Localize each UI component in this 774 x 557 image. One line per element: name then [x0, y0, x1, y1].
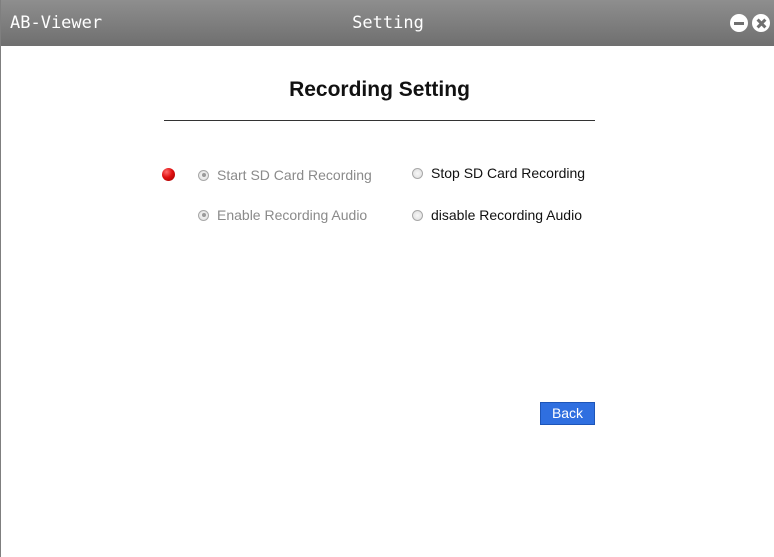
- heading-divider: [164, 120, 595, 121]
- start-sd-recording-label: Start SD Card Recording: [217, 167, 372, 183]
- start-sd-recording-option[interactable]: Start SD Card Recording: [198, 167, 372, 183]
- close-icon[interactable]: [752, 14, 770, 32]
- disable-recording-audio-label: disable Recording Audio: [431, 207, 582, 223]
- stop-sd-recording-radio[interactable]: [412, 167, 423, 179]
- page-title: Recording Setting: [289, 78, 470, 101]
- title-bar[interactable]: AB-Viewer Setting: [1, 0, 774, 46]
- start-sd-recording-radio[interactable]: [198, 169, 209, 181]
- stop-sd-recording-option[interactable]: Stop SD Card Recording: [412, 165, 585, 181]
- stop-sd-recording-label: Stop SD Card Recording: [431, 165, 586, 181]
- disable-recording-audio-radio[interactable]: [412, 209, 423, 221]
- setting-window: AB-Viewer Setting Recording Setting Star…: [0, 0, 774, 557]
- minimize-icon[interactable]: [730, 14, 748, 32]
- enable-recording-audio-radio[interactable]: [198, 209, 209, 221]
- recording-status-icon: [162, 168, 175, 181]
- window-title: Setting: [352, 13, 424, 33]
- back-button[interactable]: Back: [540, 402, 595, 425]
- disable-recording-audio-option[interactable]: disable Recording Audio: [412, 207, 582, 223]
- enable-recording-audio-label: Enable Recording Audio: [217, 207, 368, 223]
- enable-recording-audio-option[interactable]: Enable Recording Audio: [198, 207, 367, 223]
